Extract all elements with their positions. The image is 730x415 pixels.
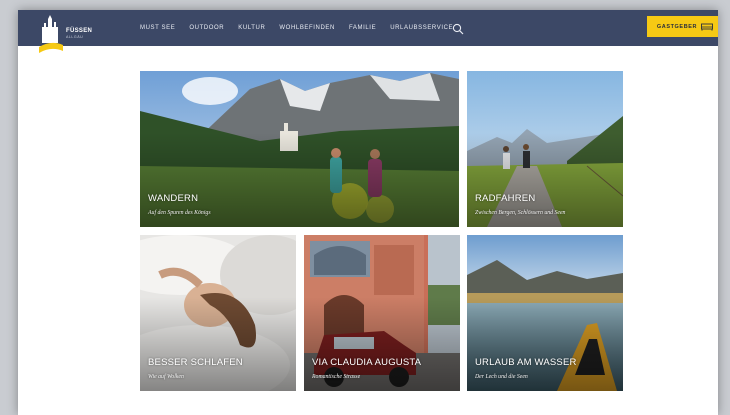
browser-page: FÜSSEN ALLGÄU MUST SEE OUTDOOR KULTUR WO… xyxy=(18,10,718,415)
tile-wandern[interactable]: WANDERN Auf den Spuren des Königs xyxy=(140,71,459,227)
top-navigation: FÜSSEN ALLGÄU MUST SEE OUTDOOR KULTUR WO… xyxy=(18,10,718,53)
tile-title: VIA CLAUDIA AUGUSTA xyxy=(312,357,422,368)
tile-urlaub-am-wasser[interactable]: URLAUB AM WASSER Der Lech und die Seen xyxy=(467,235,623,391)
tile-via-claudia-augusta[interactable]: VIA CLAUDIA AUGUSTA Romantische Strasse xyxy=(304,235,460,391)
search-icon[interactable] xyxy=(452,23,464,35)
nav-item-urlaubsservice[interactable]: URLAUBSSERVICE xyxy=(390,25,453,31)
tile-subtitle: Romantische Strasse xyxy=(312,374,361,380)
main-menu: MUST SEE OUTDOOR KULTUR WOHLBEFINDEN FAM… xyxy=(140,10,467,46)
tile-subtitle: Der Lech und die Seen xyxy=(475,374,528,380)
tile-subtitle: Auf den Spuren des Königs xyxy=(148,210,211,216)
logo-wordmark: FÜSSEN xyxy=(66,28,93,34)
tile-subtitle: Wie auf Wolken xyxy=(148,374,184,380)
castle-logo-icon xyxy=(39,15,63,53)
nav-item-must-see[interactable]: MUST SEE xyxy=(140,25,175,31)
tile-title: RADFAHREN xyxy=(475,193,536,204)
nav-item-kultur[interactable]: KULTUR xyxy=(238,25,265,31)
nav-item-wohlbefinden[interactable]: WOHLBEFINDEN xyxy=(279,25,335,31)
fuessen-logo[interactable]: FÜSSEN ALLGÄU xyxy=(38,13,108,53)
bed-icon xyxy=(701,23,714,31)
tile-besser-schlafen[interactable]: BESSER SCHLAFEN Wie auf Wolken xyxy=(140,235,296,391)
tile-title: WANDERN xyxy=(148,193,199,204)
tile-title: BESSER SCHLAFEN xyxy=(148,357,243,368)
tile-radfahren[interactable]: RADFAHREN Zwischen Bergen, Schlössern un… xyxy=(467,71,623,227)
gastgeber-button[interactable]: GASTGEBER xyxy=(647,16,718,37)
tile-title: URLAUB AM WASSER xyxy=(475,357,577,368)
nav-item-outdoor[interactable]: OUTDOOR xyxy=(189,25,224,31)
nav-item-familie[interactable]: FAMILIE xyxy=(349,25,376,31)
gastgeber-label: GASTGEBER xyxy=(656,23,698,30)
tile-subtitle: Zwischen Bergen, Schlössern und Seen xyxy=(475,210,566,216)
logo-region: ALLGÄU xyxy=(66,35,84,39)
